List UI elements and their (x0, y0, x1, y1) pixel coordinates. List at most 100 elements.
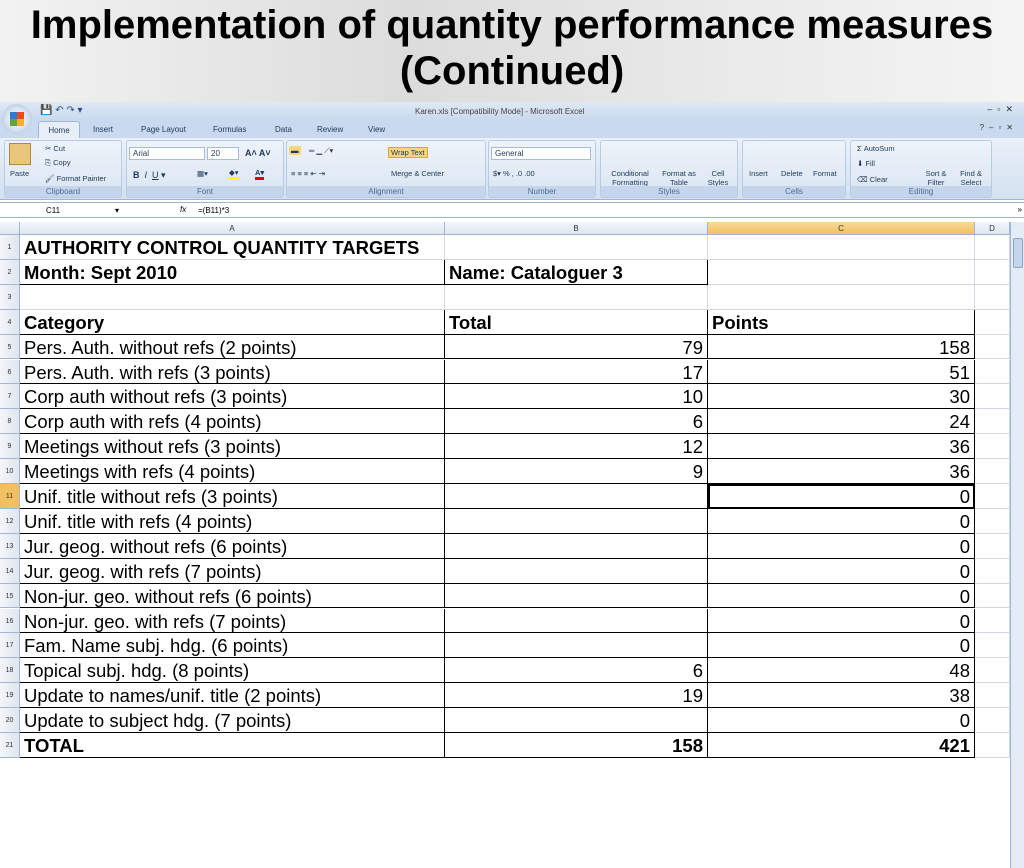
tab-data[interactable]: Data (275, 125, 292, 134)
cell-a18[interactable]: Topical subj. hdg. (8 points) (20, 658, 445, 684)
help-and-workbook-controls[interactable]: ?–▫✕ (980, 123, 1018, 132)
row-header[interactable]: 16 (0, 608, 20, 634)
cell-b1[interactable] (445, 235, 708, 260)
font-color-button[interactable]: A▾ (255, 168, 265, 180)
tab-review[interactable]: Review (317, 125, 343, 134)
fill-button[interactable]: ⬇ Fill (857, 159, 875, 168)
font-size-select[interactable]: 20 (207, 147, 239, 160)
tab-insert[interactable]: Insert (93, 125, 113, 134)
select-all-corner[interactable] (0, 222, 20, 235)
cell-a12[interactable]: Unif. title with refs (4 points) (20, 508, 445, 534)
column-header-a[interactable]: A (20, 222, 445, 235)
cell-d8[interactable] (975, 409, 1010, 435)
cell-d17[interactable] (975, 633, 1010, 659)
formula-input[interactable]: =(B11)*3 (198, 206, 229, 215)
row-header[interactable]: 9 (0, 434, 20, 460)
cell-a15[interactable]: Non-jur. geo. without refs (6 points) (20, 583, 445, 609)
cell-a10[interactable]: Meetings with refs (4 points) (20, 459, 445, 484)
cell-c10[interactable]: 36 (708, 459, 975, 484)
row-header[interactable]: 18 (0, 658, 20, 684)
cell-a21[interactable]: TOTAL (20, 733, 445, 758)
borders-button[interactable]: ▦▾ (197, 169, 208, 178)
cell-d16[interactable] (975, 608, 1010, 634)
cell-d1[interactable] (975, 235, 1010, 260)
align-middle-bottom-buttons[interactable]: ═ ▁ ⟋▾ (309, 146, 333, 156)
cell-c1[interactable] (708, 235, 975, 260)
cell-b6[interactable]: 17 (445, 359, 708, 385)
row-header[interactable]: 19 (0, 683, 20, 709)
cell-d20[interactable] (975, 708, 1010, 733)
cell-b5[interactable]: 79 (445, 334, 708, 360)
row-header[interactable]: 12 (0, 508, 20, 534)
row-header[interactable]: 17 (0, 633, 20, 659)
cell-a2[interactable]: Month: Sept 2010 (20, 259, 445, 285)
copy-button[interactable]: ⎘ Copy (45, 158, 71, 168)
cell-b10[interactable]: 9 (445, 459, 708, 484)
cell-c18[interactable]: 48 (708, 658, 975, 684)
cell-b15[interactable] (445, 583, 708, 609)
font-name-select[interactable]: Arial (129, 147, 205, 160)
cell-b17[interactable] (445, 633, 708, 659)
row-header[interactable]: 6 (0, 359, 20, 385)
align-top-button[interactable]: ▬ (289, 146, 301, 155)
wrap-text-button[interactable]: Wrap Text (388, 147, 428, 158)
cell-b20[interactable] (445, 708, 708, 733)
cell-d6[interactable] (975, 359, 1010, 385)
row-header[interactable]: 10 (0, 459, 20, 484)
cell-c8[interactable]: 24 (708, 409, 975, 435)
merge-center-button[interactable]: Merge & Center (391, 169, 444, 178)
cell-b8[interactable]: 6 (445, 409, 708, 435)
cell-a7[interactable]: Corp auth without refs (3 points) (20, 384, 445, 410)
format-cells-button[interactable]: Format (813, 169, 837, 178)
cell-d19[interactable] (975, 683, 1010, 709)
row-header[interactable]: 1 (0, 235, 20, 260)
cell-d13[interactable] (975, 533, 1010, 559)
cell-b12[interactable] (445, 508, 708, 534)
cell-d21[interactable] (975, 733, 1010, 758)
horizontal-align-buttons[interactable]: ≡ ≡ ≡ ⇤ ⇥ (291, 169, 325, 178)
cell-d3[interactable] (975, 284, 1010, 310)
format-painter-button[interactable]: 🖌 Format Painter (45, 174, 106, 183)
cell-b9[interactable]: 12 (445, 434, 708, 460)
cell-a8[interactable]: Corp auth with refs (4 points) (20, 409, 445, 435)
cell-d2[interactable] (975, 259, 1010, 285)
column-header-d[interactable]: D (975, 222, 1010, 235)
cell-d11[interactable] (975, 484, 1010, 509)
cut-button[interactable]: ✂ Cut (45, 144, 65, 153)
column-header-b[interactable]: B (445, 222, 708, 235)
cell-d12[interactable] (975, 508, 1010, 534)
cell-b13[interactable] (445, 533, 708, 559)
cell-b11[interactable] (445, 484, 708, 509)
paste-button[interactable]: Paste (10, 169, 29, 178)
cell-b19[interactable]: 19 (445, 683, 708, 709)
row-header[interactable]: 4 (0, 309, 20, 335)
cell-a9[interactable]: Meetings without refs (3 points) (20, 434, 445, 460)
column-header-c[interactable]: C (708, 222, 975, 235)
cell-b4[interactable]: Total (445, 309, 708, 335)
cell-b7[interactable]: 10 (445, 384, 708, 410)
bold-italic-underline-buttons[interactable]: B I U ▾ (133, 170, 166, 181)
office-button[interactable] (2, 104, 32, 134)
cell-c9[interactable]: 36 (708, 434, 975, 460)
cell-c16[interactable]: 0 (708, 608, 975, 634)
scroll-thumb[interactable] (1013, 238, 1023, 268)
sort-filter-button[interactable]: Sort & Filter (921, 169, 951, 187)
row-header[interactable]: 14 (0, 558, 20, 584)
tab-formulas[interactable]: Formulas (213, 125, 246, 134)
cell-d7[interactable] (975, 384, 1010, 410)
cell-c21[interactable]: 421 (708, 733, 975, 758)
name-box-dropdown-icon[interactable]: ▾ (115, 206, 119, 215)
cell-b21[interactable]: 158 (445, 733, 708, 758)
cell-c15[interactable]: 0 (708, 583, 975, 609)
cell-c4[interactable]: Points (708, 309, 975, 335)
clear-button[interactable]: ⌫ Clear (857, 175, 888, 184)
name-box[interactable]: C11 (46, 206, 60, 215)
cell-a6[interactable]: Pers. Auth. with refs (3 points) (20, 359, 445, 385)
cell-a3[interactable] (20, 284, 445, 310)
cell-c14[interactable]: 0 (708, 558, 975, 584)
row-header[interactable]: 7 (0, 384, 20, 410)
conditional-formatting-button[interactable]: Conditional Formatting (605, 169, 655, 187)
row-header[interactable]: 11 (0, 484, 20, 509)
cell-d4[interactable] (975, 309, 1010, 335)
cell-a1[interactable]: AUTHORITY CONTROL QUANTITY TARGETS (20, 235, 445, 260)
